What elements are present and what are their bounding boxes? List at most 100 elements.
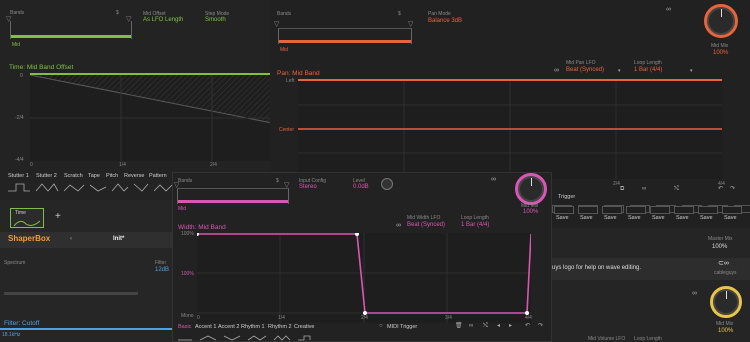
y-tick-center: Center bbox=[279, 127, 295, 133]
band-handle-left-icon[interactable]: ▽ bbox=[274, 21, 279, 28]
band-handle-left-icon[interactable]: ▽ bbox=[6, 16, 11, 23]
save-row: Save Save Save Save Save Save Save Save bbox=[550, 206, 750, 226]
tab-tape[interactable]: Tape bbox=[88, 173, 100, 179]
undo-icon[interactable]: ↶ bbox=[525, 323, 530, 330]
lfo-dropdown[interactable]: Beat (Synced) bbox=[407, 222, 445, 228]
copy-icon[interactable]: ⧉ bbox=[620, 186, 624, 193]
mid-offset-dropdown[interactable]: As LFO Length bbox=[143, 17, 183, 23]
loop-length-dropdown[interactable]: 1 Bar (4/4) bbox=[634, 67, 662, 73]
mid-mix-knob[interactable] bbox=[515, 173, 547, 205]
band-slider[interactable] bbox=[177, 188, 289, 204]
level-knob[interactable] bbox=[381, 178, 393, 190]
band-handle-left-icon[interactable]: ▽ bbox=[174, 182, 179, 189]
save-button[interactable]: Save bbox=[604, 215, 617, 221]
save-button[interactable]: Save bbox=[580, 215, 593, 221]
midi-checkbox-icon[interactable]: ○ bbox=[379, 323, 383, 330]
y-tick-mid: 100% bbox=[181, 271, 194, 277]
mid-mix-knob[interactable] bbox=[704, 4, 738, 38]
loop-length-dropdown[interactable]: 1 Bar (4/4) bbox=[461, 222, 489, 228]
step-mode-dropdown[interactable]: Smooth bbox=[205, 17, 226, 23]
band-slider[interactable] bbox=[10, 21, 132, 39]
trigger-label: Trigger bbox=[558, 194, 576, 200]
band-slider[interactable] bbox=[278, 28, 412, 44]
band-handle-right-icon[interactable]: ▽ bbox=[126, 16, 131, 23]
x-tick-1: 1/4 bbox=[119, 162, 126, 168]
dollar-label: $ bbox=[276, 178, 279, 184]
shaperbox-logo: ShaperBox bbox=[8, 234, 51, 243]
filter-value: 12dB bbox=[155, 267, 170, 273]
undo-icon[interactable]: ↶ bbox=[718, 186, 723, 193]
x-tick-2: 2/4 bbox=[210, 162, 217, 168]
link-icon-3[interactable]: ∞ bbox=[642, 186, 646, 193]
save-button[interactable]: Save bbox=[724, 215, 737, 221]
tab-basic[interactable]: Basic bbox=[178, 324, 191, 330]
save-button[interactable]: Save bbox=[676, 215, 689, 221]
level-value[interactable]: 0.0dB bbox=[353, 184, 369, 190]
save-slot-box[interactable] bbox=[554, 206, 574, 214]
tab-reverse[interactable]: Reverse bbox=[124, 173, 144, 179]
tab-scratch[interactable]: Scratch bbox=[64, 173, 83, 179]
tab-stutter-2[interactable]: Stutter 2 bbox=[36, 173, 57, 179]
spectrum-label: Spectrum bbox=[4, 260, 26, 266]
lfo-label: Mid Width LFO bbox=[407, 215, 441, 221]
tab-pattern[interactable]: Pattern bbox=[149, 173, 167, 179]
time-button[interactable]: Time bbox=[10, 208, 44, 228]
tab-stutter-1[interactable]: Stutter 1 bbox=[8, 173, 29, 179]
save-button[interactable]: Save bbox=[700, 215, 713, 221]
redo-icon[interactable]: ↷ bbox=[538, 323, 543, 330]
trash-icon[interactable]: 🗑 bbox=[455, 323, 463, 330]
filter-label: Filter bbox=[155, 260, 167, 266]
spectrum-slider[interactable] bbox=[4, 292, 138, 295]
cableguys-logo-icon[interactable]: ⊂∞ bbox=[718, 260, 729, 267]
shuffle-icon[interactable]: ⤭ bbox=[483, 323, 488, 330]
link-icon[interactable]: ∞ bbox=[491, 176, 496, 183]
preset-shapes[interactable] bbox=[178, 334, 378, 342]
play-left-icon[interactable]: ◂ bbox=[497, 323, 500, 330]
save-button[interactable]: Save bbox=[628, 215, 641, 221]
tab-accent-2[interactable]: Accent 2 bbox=[218, 324, 239, 330]
save-button[interactable]: Save bbox=[556, 215, 569, 221]
chevron-left-icon[interactable]: ‹ bbox=[70, 236, 72, 243]
mid-mix-label: Mid Mix bbox=[711, 43, 729, 49]
shuffle-icon[interactable]: ⤭ bbox=[674, 186, 679, 193]
save-slot-box[interactable] bbox=[602, 206, 622, 214]
chevron-down-icon[interactable]: ▾ bbox=[690, 68, 693, 75]
link-icon-2[interactable]: ∞ bbox=[554, 67, 559, 74]
play-right-icon[interactable]: ▸ bbox=[509, 323, 512, 330]
link-icon[interactable]: ∞ bbox=[692, 290, 697, 297]
save-slot-box[interactable] bbox=[722, 206, 742, 214]
preset-shapes[interactable] bbox=[8, 181, 178, 193]
band-handle-right-icon[interactable]: ▽ bbox=[284, 182, 289, 189]
chevron-down-icon[interactable]: ▾ bbox=[618, 68, 621, 75]
pan-mode-dropdown[interactable]: Balance 3dB bbox=[428, 18, 462, 24]
add-button[interactable]: + bbox=[55, 212, 61, 222]
tab-accent-1[interactable]: Accent 1 bbox=[195, 324, 216, 330]
midi-trigger-label[interactable]: MIDI Trigger bbox=[387, 324, 417, 330]
redo-icon[interactable]: ↷ bbox=[730, 186, 735, 193]
pan-graph[interactable] bbox=[298, 81, 722, 179]
graph-svg bbox=[298, 81, 722, 179]
save-button[interactable]: Save bbox=[652, 215, 665, 221]
shaperbox-panel: Time + ShaperBox ‹ Init* Spectrum Filter… bbox=[0, 200, 172, 342]
tab-creative[interactable]: Creative bbox=[294, 324, 314, 330]
save-slot-box[interactable] bbox=[626, 206, 646, 214]
dollar-label: $ bbox=[116, 10, 119, 16]
save-slot-box[interactable] bbox=[650, 206, 670, 214]
tab-rhythm-1[interactable]: Rhythm 1 bbox=[241, 324, 265, 330]
link-icon-3[interactable]: ∞ bbox=[469, 323, 473, 330]
preset-name[interactable]: Init* bbox=[113, 236, 124, 242]
save-slot-box[interactable] bbox=[578, 206, 598, 214]
save-slot-box[interactable] bbox=[674, 206, 694, 214]
help-text: uys logo for help on wave editing. bbox=[552, 265, 642, 271]
offset-graph[interactable] bbox=[30, 75, 272, 161]
lfo-dropdown[interactable]: Beat (Synced) bbox=[566, 67, 604, 73]
tab-pitch[interactable]: Pitch bbox=[106, 173, 118, 179]
band-handle-right-icon[interactable]: ▽ bbox=[408, 21, 413, 28]
link-icon[interactable]: ∞ bbox=[666, 6, 671, 13]
tab-rhythm-2[interactable]: Rhythm 2 bbox=[268, 324, 292, 330]
band-fill bbox=[11, 35, 131, 38]
link-icon-2[interactable]: ∞ bbox=[396, 222, 401, 229]
input-config-dropdown[interactable]: Stereo bbox=[299, 184, 317, 190]
mid-mix-knob[interactable] bbox=[710, 286, 742, 318]
save-slot-box[interactable] bbox=[698, 206, 718, 214]
